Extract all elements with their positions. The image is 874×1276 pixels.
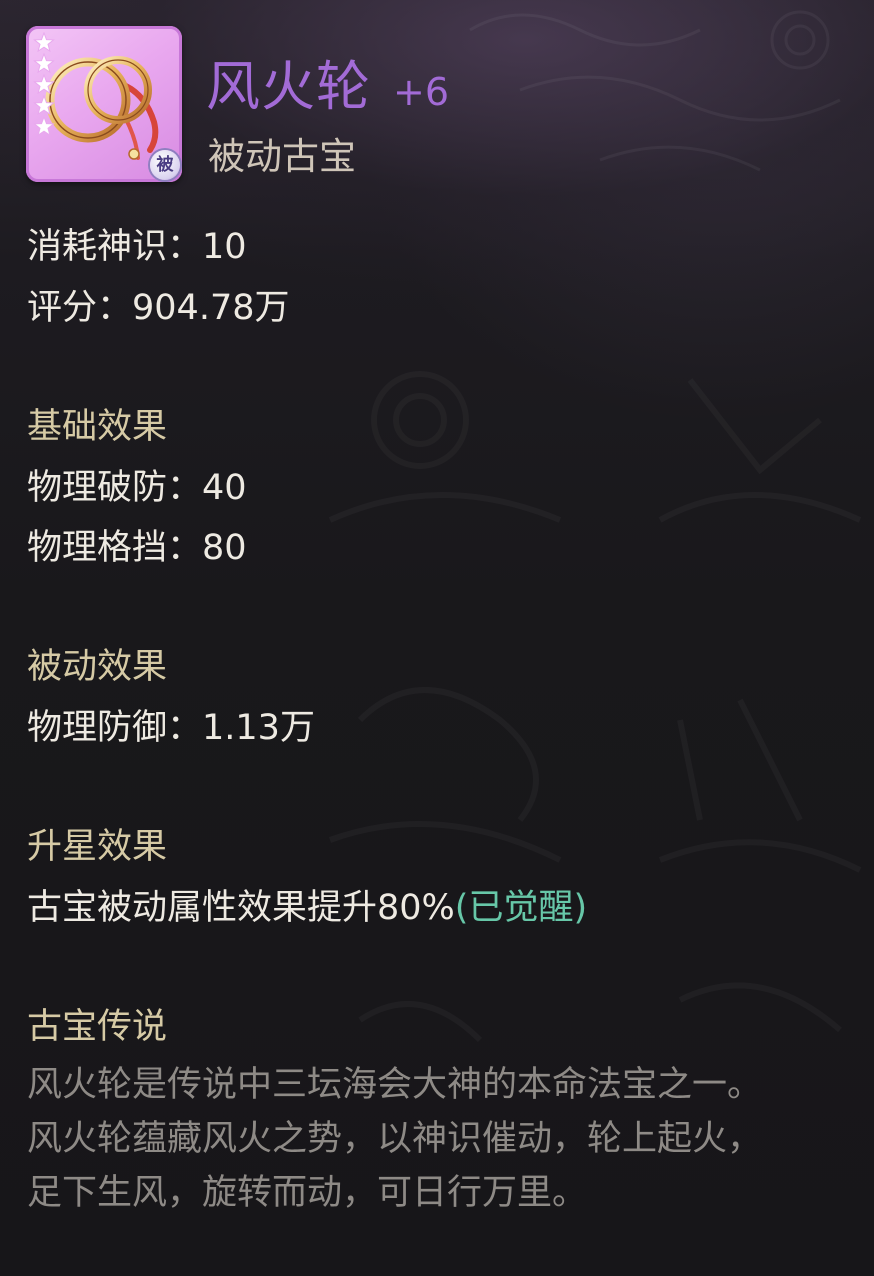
item-name: 风火轮 xyxy=(206,55,371,118)
consume-value: 10 xyxy=(202,227,247,267)
consume-label: 消耗神识： xyxy=(27,227,203,267)
basic-effect-line: 物理破防：40 xyxy=(27,459,247,510)
legend-line: 足下生风，旋转而动，可日行万里。 xyxy=(27,1173,588,1213)
stars-graphic xyxy=(33,32,55,137)
star-effect-text: 古宝被动属性效果提升80% xyxy=(27,888,455,928)
score-value: 904.78万 xyxy=(132,288,290,328)
basic-effect-title: 基础效果 xyxy=(27,407,168,447)
passive-badge: 被 xyxy=(150,150,180,180)
item-tooltip-panel: 被 风火轮 +6 被动古宝 消耗神识：10 评分：904.78万 基础效果 物理… xyxy=(0,0,874,1276)
passive-effect-line: 物理防御：1.13万 xyxy=(27,699,315,750)
legend-line: 风火轮是传说中三坛海会大神的本命法宝之一。 xyxy=(27,1065,763,1105)
score-stat: 评分：904.78万 xyxy=(27,279,289,330)
legend-text: 风火轮是传说中三坛海会大神的本命法宝之一。 风火轮蕴藏风火之势，以神识催动，轮上… xyxy=(27,1058,867,1220)
stat-value: 40 xyxy=(202,468,247,508)
item-icon[interactable]: 被 xyxy=(26,26,182,182)
stat-value: 1.13万 xyxy=(202,708,315,748)
awakened-status: (已觉醒) xyxy=(454,888,588,928)
basic-effect-line: 物理格挡：80 xyxy=(27,519,247,570)
item-type: 被动古宝 xyxy=(208,135,356,178)
score-label: 评分： xyxy=(27,288,133,328)
star-icon xyxy=(33,94,55,116)
star-icon xyxy=(33,52,55,74)
star-icon xyxy=(33,73,55,95)
legend-title: 古宝传说 xyxy=(27,1007,168,1047)
star-effect-line: 古宝被动属性效果提升80%(已觉醒) xyxy=(27,879,587,930)
stat-label: 物理防御： xyxy=(27,708,203,748)
consume-stat: 消耗神识：10 xyxy=(27,218,247,269)
legend-line: 风火轮蕴藏风火之势，以神识催动，轮上起火， xyxy=(27,1119,763,1159)
star-icon xyxy=(33,32,55,53)
star-rating xyxy=(32,32,56,142)
stat-label: 物理格挡： xyxy=(27,528,203,568)
star-effect-title: 升星效果 xyxy=(27,827,168,867)
stat-label: 物理破防： xyxy=(27,468,203,508)
stat-value: 80 xyxy=(202,528,247,568)
item-title: 风火轮 +6 xyxy=(206,42,450,118)
passive-effect-title: 被动效果 xyxy=(27,647,168,687)
star-icon xyxy=(33,115,55,137)
item-level: +6 xyxy=(393,70,450,114)
